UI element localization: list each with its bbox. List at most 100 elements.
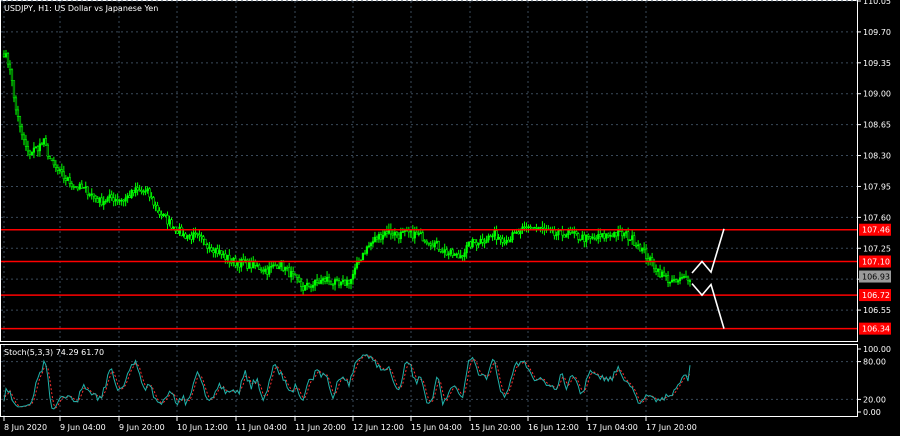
candle-body <box>349 278 353 284</box>
candle-body <box>329 280 333 285</box>
candle-body <box>100 197 103 206</box>
candle-body <box>124 197 127 202</box>
candle-body <box>635 245 638 247</box>
candle-body <box>327 276 331 282</box>
candle-body <box>2 53 6 57</box>
candle-body <box>367 245 371 248</box>
candle-body <box>146 188 149 191</box>
candle-body <box>664 275 668 277</box>
candle-body <box>676 280 680 283</box>
candle-body <box>581 234 584 240</box>
candle-body <box>343 279 347 286</box>
candle-body <box>577 233 580 240</box>
candle-body <box>395 231 398 236</box>
candle-body <box>12 80 16 99</box>
candle-body <box>561 229 564 236</box>
price-panel-frame <box>0 0 858 342</box>
candle-body <box>531 227 534 229</box>
candle-body <box>597 234 600 239</box>
candle-body <box>517 231 520 235</box>
candle-body <box>379 233 383 240</box>
candle-body <box>375 236 379 240</box>
osc-tick-label: 0.00 <box>863 408 881 417</box>
candle-body <box>90 193 93 196</box>
candle-body <box>210 247 213 251</box>
candle-body <box>447 253 450 256</box>
candle-body <box>56 167 59 171</box>
candle-body <box>465 245 468 254</box>
candle-body <box>565 234 568 238</box>
price-tick-label: 107.95 <box>863 182 891 191</box>
candle-body <box>50 158 53 161</box>
candle-body <box>302 286 305 291</box>
candle-body <box>445 249 448 256</box>
level-tag-label: 107.10 <box>862 258 890 267</box>
candle-body <box>323 278 327 282</box>
candle-body <box>44 138 47 146</box>
time-label: 9 Jun 04:00 <box>60 423 106 432</box>
candle-body <box>36 146 40 152</box>
candle-body <box>202 236 205 240</box>
candle-body <box>672 279 676 281</box>
candle-body <box>14 97 18 111</box>
candle-body <box>471 239 474 248</box>
candle-body <box>120 199 123 202</box>
candle-body <box>298 277 301 282</box>
candle-body <box>331 283 335 286</box>
candle-body <box>421 232 424 242</box>
candle-body <box>653 261 656 270</box>
candle-body <box>537 227 540 230</box>
trading-chart[interactable]: 110.05 109.70 109.35 109.00 108.65 108.30 107.… <box>0 0 900 436</box>
candle-body <box>152 197 155 206</box>
candle-body <box>278 266 281 269</box>
candle-body <box>355 261 359 269</box>
candle-body <box>276 265 279 269</box>
oscillator-panel-frame <box>0 344 858 417</box>
candle-body <box>485 239 488 243</box>
candle-body <box>40 143 43 146</box>
candle-body <box>505 239 508 244</box>
candle-body <box>674 279 678 283</box>
price-tick-label: 110.05 <box>863 0 891 6</box>
candle-body <box>413 231 416 239</box>
candle-body <box>18 116 22 128</box>
candle-body <box>407 229 410 233</box>
candle-body <box>335 279 339 282</box>
candle-body <box>88 194 91 196</box>
candle-body <box>306 282 309 286</box>
candle-body <box>212 250 215 253</box>
candle-body <box>66 177 69 181</box>
candle-body <box>222 253 225 256</box>
candle-body <box>311 284 315 288</box>
candle-body <box>391 233 394 236</box>
candle-body <box>587 234 590 237</box>
candle-body <box>321 278 325 281</box>
candle-body <box>643 247 646 250</box>
candle-body <box>184 233 187 239</box>
candle-body <box>353 267 357 275</box>
candle-body <box>575 231 578 234</box>
candle-body <box>455 253 458 256</box>
candle-body <box>108 194 111 198</box>
candle-body <box>419 232 422 234</box>
candle-body <box>381 235 384 240</box>
candle-body <box>553 229 556 236</box>
candle-body <box>198 234 201 237</box>
candle-body <box>613 232 616 237</box>
candle-body <box>58 169 61 171</box>
candle-body <box>607 233 610 236</box>
candle-body <box>666 275 670 283</box>
candle-body <box>417 233 420 235</box>
candle-body <box>441 251 444 253</box>
candle-body <box>569 230 572 233</box>
candle-body <box>150 196 153 199</box>
candle-body <box>688 280 692 282</box>
time-label: 9 Jun 20:00 <box>119 423 165 432</box>
candle-body <box>678 277 682 281</box>
candle-body <box>76 186 79 190</box>
level-tag-label: 107.46 <box>862 226 890 235</box>
candle-body <box>377 233 381 240</box>
candle-body <box>132 189 135 194</box>
candle-body <box>60 169 63 173</box>
candle-body <box>535 227 538 229</box>
